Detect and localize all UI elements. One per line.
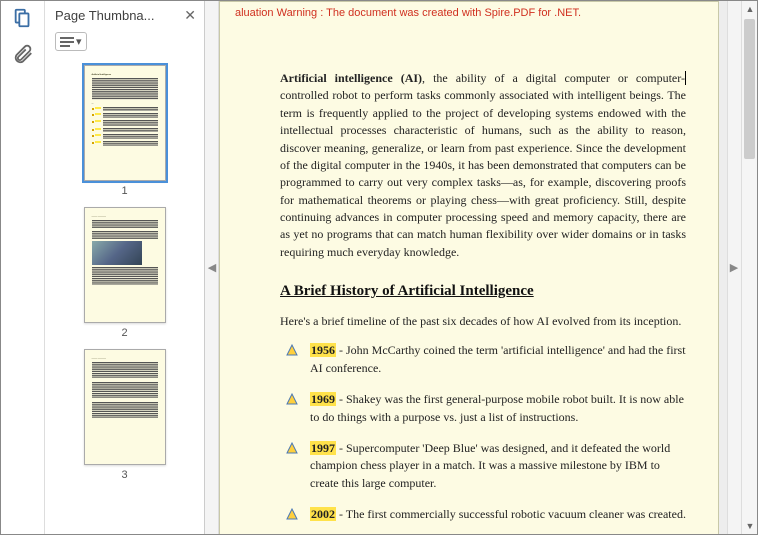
chevron-right-icon: ▶ bbox=[730, 261, 738, 274]
timeline-year: 1997 bbox=[310, 441, 336, 455]
section-heading: A Brief History of Artificial Intelligen… bbox=[280, 281, 686, 303]
timeline-text: - Shakey was the first general-purpose m… bbox=[310, 392, 684, 423]
thumbnail-page-3[interactable]: ——— ———— 3 bbox=[84, 349, 166, 481]
pdf-page-1: aluation Warning : The document was crea… bbox=[219, 1, 719, 534]
timeline-text: - The first commercially successful robo… bbox=[336, 507, 686, 521]
list-item: 1956 - John McCarthy coined the term 'ar… bbox=[280, 342, 686, 377]
scroll-up-icon[interactable]: ▲ bbox=[742, 1, 758, 17]
bullet-icon bbox=[286, 344, 298, 356]
thumbnail-page-2[interactable]: ——— ———— 2 bbox=[84, 207, 166, 339]
thumbnail-label: 1 bbox=[121, 185, 127, 197]
attachments-icon[interactable] bbox=[12, 43, 34, 65]
pdf-tool-rail bbox=[1, 1, 45, 534]
timeline-text: - Supercomputer 'Deep Blue' was designed… bbox=[310, 441, 670, 490]
bullet-icon bbox=[286, 393, 298, 405]
intro-continued: controlled robot to perform tasks common… bbox=[280, 88, 686, 259]
list-item: 1969 - Shakey was the first general-purp… bbox=[280, 391, 686, 426]
collapse-right-handle[interactable]: ▶ bbox=[727, 1, 741, 534]
document-scroll[interactable]: aluation Warning : The document was crea… bbox=[219, 1, 727, 534]
thumbnails-header: Page Thumbna... ✕ bbox=[45, 1, 204, 28]
timeline-year: 1956 bbox=[310, 343, 336, 357]
thumbnail-options-button[interactable]: ▾ bbox=[55, 32, 87, 51]
thumbnail-label: 2 bbox=[121, 327, 127, 339]
list-item: 1997 - Supercomputer 'Deep Blue' was des… bbox=[280, 440, 686, 492]
close-icon[interactable]: ✕ bbox=[184, 7, 196, 24]
bullet-icon bbox=[286, 508, 298, 520]
timeline-year: 2002 bbox=[310, 507, 336, 521]
timeline-year: 1969 bbox=[310, 392, 336, 406]
thumbnails-panel: Page Thumbna... ✕ ▾ Artificial Intellige… bbox=[45, 1, 205, 534]
thumbnails-list[interactable]: Artificial Intelligence — 1 ——— ———— 2 bbox=[45, 57, 204, 534]
intro-bold: Artificial intelligence (AI) bbox=[280, 71, 422, 85]
timeline-list: 1956 - John McCarthy coined the term 'ar… bbox=[280, 342, 686, 534]
thumbnails-icon[interactable] bbox=[12, 7, 34, 29]
intro-paragraph: Artificial intelligence (AI), the abilit… bbox=[280, 70, 686, 261]
thumbnail-page-1[interactable]: Artificial Intelligence — 1 bbox=[84, 65, 166, 197]
intro-line1: , the ability of a digital computer or c… bbox=[422, 71, 685, 85]
scroll-down-icon[interactable]: ▼ bbox=[742, 518, 758, 534]
thumbnails-title: Page Thumbna... bbox=[55, 8, 155, 23]
bullet-icon bbox=[286, 442, 298, 454]
evaluation-warning: aluation Warning : The document was crea… bbox=[235, 6, 686, 22]
timeline-text: - John McCarthy coined the term 'artific… bbox=[310, 343, 686, 374]
list-item: 2002 - The first commercially successful… bbox=[280, 506, 686, 523]
section-lead: Here's a brief timeline of the past six … bbox=[280, 313, 686, 330]
chevron-down-icon: ▾ bbox=[76, 35, 82, 48]
collapse-left-handle[interactable]: ◀ bbox=[205, 1, 219, 534]
chevron-left-icon: ◀ bbox=[208, 261, 216, 274]
thumbnails-toolbar: ▾ bbox=[45, 28, 204, 57]
thumbnail-label: 3 bbox=[121, 469, 127, 481]
document-viewport: ◀ aluation Warning : The document was cr… bbox=[205, 1, 757, 534]
scrollbar-thumb[interactable] bbox=[744, 19, 755, 159]
vertical-scrollbar[interactable]: ▲ ▼ bbox=[741, 1, 757, 534]
